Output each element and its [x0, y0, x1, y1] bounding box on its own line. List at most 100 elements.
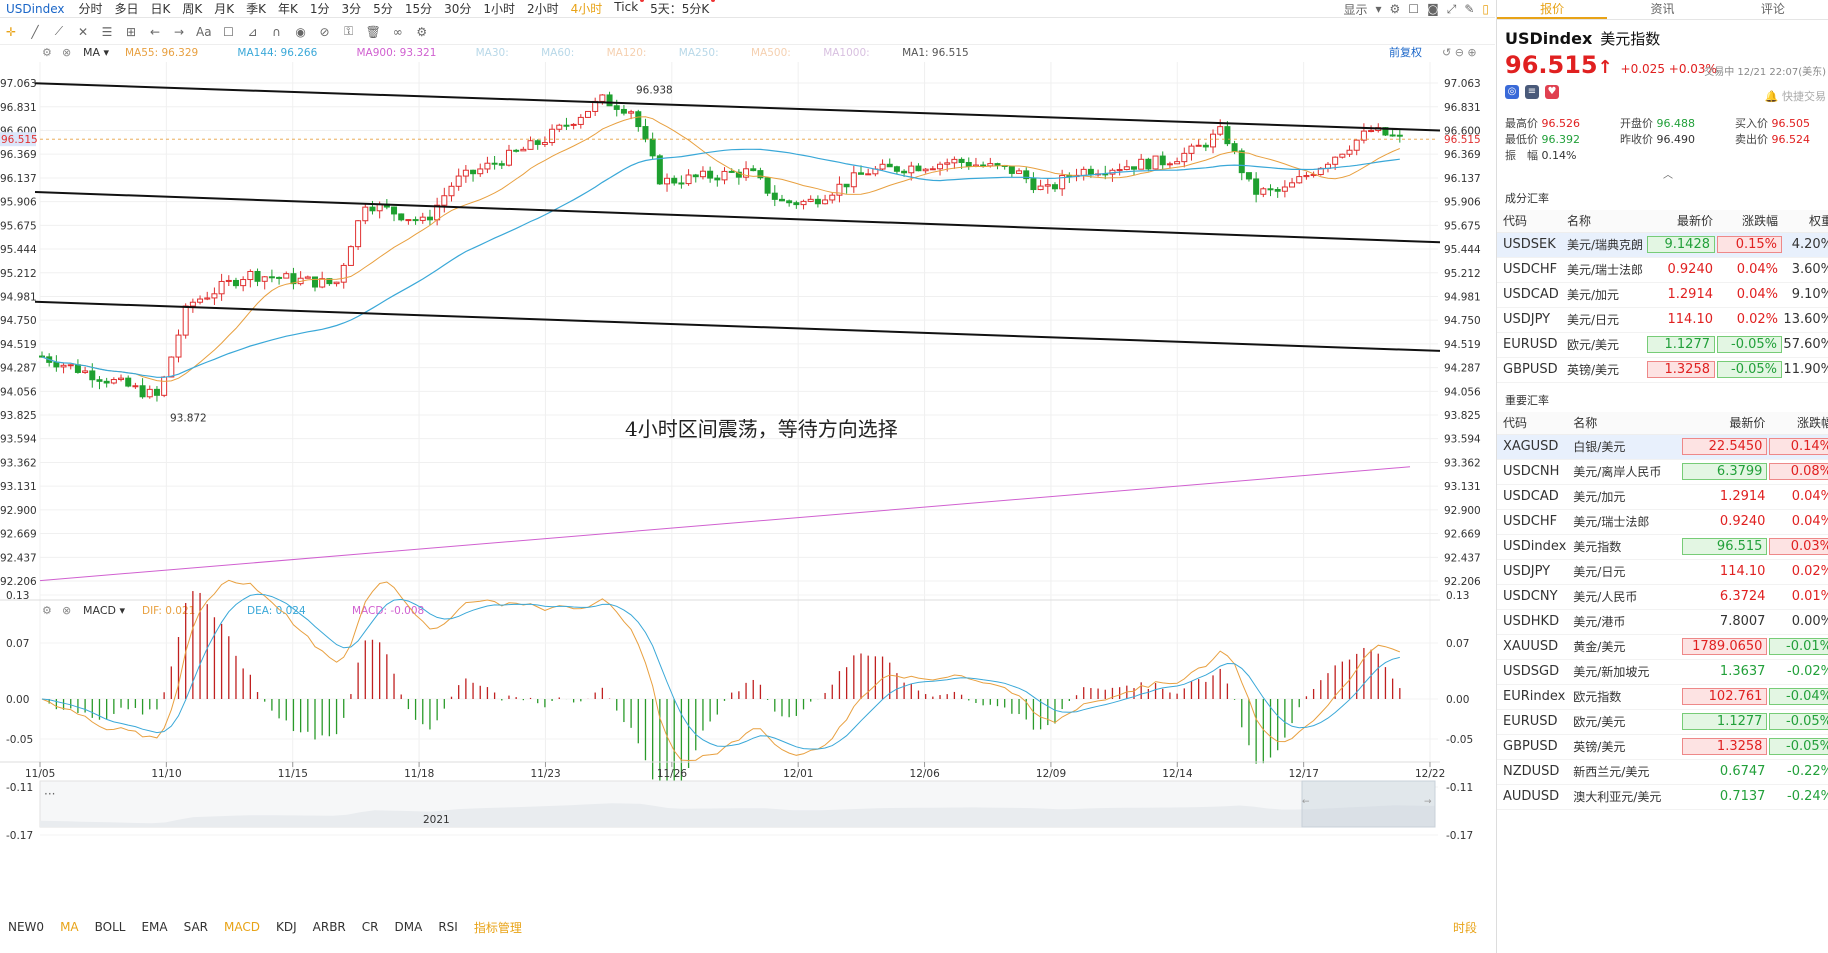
quick-trade-button[interactable]: 🔔 快捷交易 [1765, 88, 1826, 104]
collapse-icon[interactable]: ︿ [1663, 166, 1673, 181]
table-row[interactable]: USDindex 美元指数 96.515 0.03% [1497, 534, 1828, 560]
settings-icon[interactable]: ⚙ [415, 25, 429, 39]
note-icon[interactable]: ≡ [1525, 85, 1539, 99]
table-row[interactable]: USDCHF美元/瑞士法郎0.92400.04% [1497, 509, 1828, 535]
column-header[interactable]: 最新价 [1682, 412, 1770, 435]
fullscreen-icon[interactable]: ⤢ [1447, 2, 1457, 17]
period-tab-12[interactable]: 1小时 [477, 0, 521, 17]
table-row[interactable]: USDJPY美元/日元114.100.02% [1497, 559, 1828, 585]
ruler-icon[interactable]: ⊿ [246, 25, 260, 39]
column-header[interactable]: 代码 [1497, 210, 1567, 233]
eye-icon[interactable]: ◉ [294, 25, 308, 39]
table-row[interactable]: USDCHF美元/瑞士法郎0.92400.04%3.60% [1497, 257, 1828, 283]
period-tab-1[interactable]: 多日 [109, 0, 145, 17]
text-tool-icon[interactable]: Aa [196, 25, 212, 39]
period-tab-6[interactable]: 年K [272, 0, 304, 17]
fib-tool-icon[interactable]: ⊞ [124, 25, 138, 39]
table-row[interactable]: GBPUSD英镑/美元1.3258-0.05%11.90% [1497, 357, 1828, 383]
trash-icon[interactable]: 🗑 [366, 25, 381, 39]
time-range-button[interactable]: 时段 [1445, 919, 1485, 936]
indicator-tab-kdj[interactable]: KDJ [268, 920, 305, 934]
column-header[interactable]: 涨跌幅 [1717, 210, 1782, 233]
crosshair-icon[interactable]: ✛ [4, 25, 18, 39]
table-row[interactable]: USDCNH 美元/离岸人民币 6.3799 0.08% [1497, 459, 1828, 485]
indicator-tab-ema[interactable]: EMA [133, 920, 175, 934]
hide-icon[interactable]: ⊘ [318, 25, 332, 39]
fork-tool-icon[interactable]: ✕ [76, 25, 90, 39]
display-menu[interactable]: 显示 [1343, 1, 1367, 18]
channel-tool-icon[interactable]: ☰ [100, 25, 114, 39]
link-icon[interactable]: ∞ [391, 25, 405, 39]
column-header[interactable]: 权重 [1782, 210, 1828, 233]
table-row[interactable]: XAUUSD 黄金/美元 1789.0650 -0.01% [1497, 634, 1828, 660]
table-row[interactable]: EURindex 欧元指数 102.761 -0.04% [1497, 684, 1828, 710]
indicator-tab-macd[interactable]: MACD [216, 920, 268, 934]
period-tab-5[interactable]: 季K [240, 0, 272, 17]
checkbox-icon[interactable]: ☐ [1408, 2, 1419, 16]
indicator-tab-arbr[interactable]: ARBR [305, 920, 354, 934]
table-row[interactable]: USDCNY美元/人民币6.37240.01% [1497, 584, 1828, 610]
tab-news[interactable]: 资讯 [1607, 0, 1717, 19]
lock-icon[interactable]: ⚿ [342, 24, 356, 39]
period-tab-13[interactable]: 2小时 [521, 0, 565, 17]
indicator-tab-cr[interactable]: CR [354, 920, 387, 934]
indicator-tab-boll[interactable]: BOLL [87, 920, 134, 934]
line-tool-icon[interactable]: ╱ [28, 25, 42, 39]
table-row[interactable]: GBPUSD 英镑/美元 1.3258 -0.05% [1497, 734, 1828, 760]
arrow-left-icon[interactable]: ← [148, 25, 162, 39]
column-header[interactable]: 最新价 [1647, 210, 1717, 233]
indicator-tab-ma[interactable]: MA [52, 920, 87, 934]
indicator-tab-sar[interactable]: SAR [176, 920, 216, 934]
chevron-down-icon[interactable]: ▾ [1376, 2, 1382, 16]
table-row[interactable]: USDCAD美元/加元1.29140.04% [1497, 484, 1828, 510]
globe-icon[interactable]: ◎ [1505, 85, 1519, 99]
magnet-icon[interactable]: ∩ [270, 25, 284, 39]
panel-icon[interactable]: ▯ [1482, 2, 1489, 16]
arrow-right-icon[interactable]: → [172, 25, 186, 39]
table-row[interactable]: XAGUSD 白银/美元 22.5450 0.14% [1497, 434, 1828, 460]
period-tab-11[interactable]: 30分 [438, 0, 477, 17]
table-row[interactable]: EURUSD欧元/美元1.1277-0.05%57.60% [1497, 332, 1828, 358]
period-tab-14[interactable]: 4小时 [565, 0, 609, 17]
period-tab-0[interactable]: 分时 [72, 0, 108, 17]
period-tab-16[interactable]: 5天：5分K [644, 0, 716, 17]
column-header[interactable]: 名称 [1567, 210, 1647, 233]
period-tab-10[interactable]: 15分 [399, 0, 438, 17]
table-row[interactable]: USDCAD美元/加元1.29140.04%9.10% [1497, 282, 1828, 308]
pen-icon[interactable]: ✎ [1464, 2, 1474, 16]
period-tab-7[interactable]: 1分 [304, 0, 336, 17]
period-tab-3[interactable]: 周K [176, 0, 208, 17]
column-header[interactable]: 涨跌幅 [1769, 412, 1828, 435]
table-row[interactable]: USDHKD美元/港币7.80070.00% [1497, 609, 1828, 635]
tab-comments[interactable]: 评论 [1718, 0, 1828, 19]
ray-tool-icon[interactable]: ⟋ [52, 24, 66, 39]
heart-icon[interactable]: ♥ [1545, 85, 1559, 99]
ma-legend-item: MA250: [679, 47, 719, 59]
indicator-tab-dma[interactable]: DMA [387, 920, 431, 934]
period-tab-8[interactable]: 3分 [336, 0, 368, 17]
table-row[interactable]: USDSEK美元/瑞典克朗9.14280.15%4.20% [1497, 232, 1828, 258]
table-row[interactable]: EURUSD 欧元/美元 1.1277 -0.05% [1497, 709, 1828, 735]
period-tab-4[interactable]: 月K [208, 0, 240, 17]
candle-up [1166, 163, 1173, 166]
comment-tool-icon[interactable]: ☐ [222, 25, 236, 39]
indicator-manager-button[interactable]: 指标管理 [466, 919, 530, 936]
candle-up [929, 168, 936, 171]
table-row[interactable]: USDSGD美元/新加坡元1.3637-0.02% [1497, 659, 1828, 685]
symbol-label[interactable]: USDindex [0, 2, 72, 16]
period-tab-15[interactable]: Tick [608, 0, 645, 17]
gear-icon[interactable]: ⚙ [1390, 2, 1401, 16]
table-row[interactable]: NZDUSD新西兰元/美元0.6747-0.22% [1497, 759, 1828, 785]
candle-down [814, 198, 821, 205]
indicator-tab-new0[interactable]: NEW0 [0, 920, 52, 934]
column-header[interactable]: 名称 [1573, 412, 1683, 435]
table-row[interactable]: AUDUSD澳大利亚元/美元0.7137-0.24% [1497, 784, 1828, 810]
camera-icon[interactable]: ◙ [1427, 2, 1439, 16]
column-header[interactable]: 代码 [1497, 412, 1574, 435]
chart-area[interactable]: ⚙ ⊗ MA ▾ MA55: 96.329 MA144: 96.266 MA900: 93… [0, 46, 1495, 916]
tab-quote[interactable]: 报价 [1497, 0, 1608, 19]
table-row[interactable]: USDJPY美元/日元114.100.02%13.60% [1497, 307, 1828, 333]
indicator-tab-rsi[interactable]: RSI [430, 920, 466, 934]
period-tab-2[interactable]: 日K [145, 0, 177, 17]
period-tab-9[interactable]: 5分 [367, 0, 399, 17]
